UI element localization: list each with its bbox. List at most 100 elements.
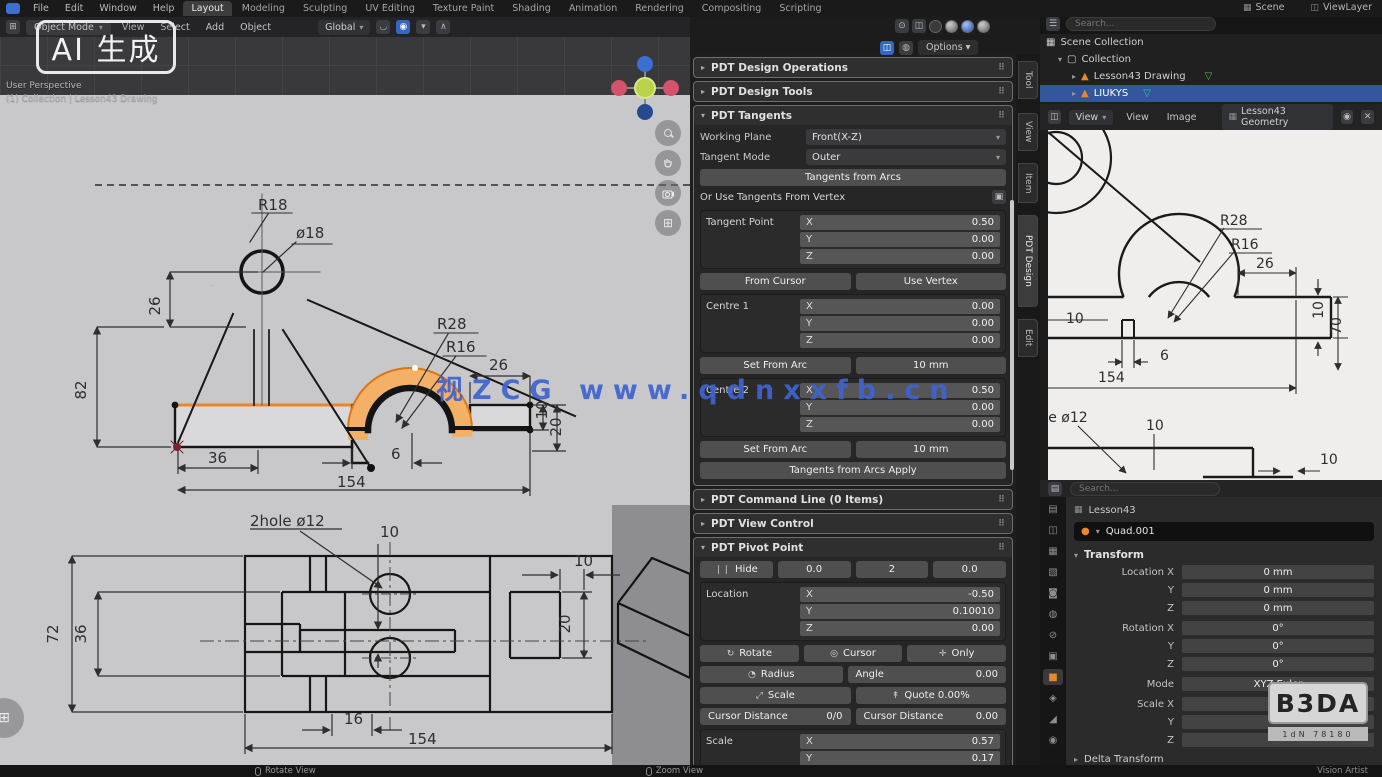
use-vertex-button[interactable]: Use Vertex <box>856 273 1007 290</box>
scene-selector[interactable]: ▦ Scene <box>1243 2 1284 13</box>
workspace-tab-rendering[interactable]: Rendering <box>627 1 692 16</box>
ortho-toggle-button[interactable]: ⊞ <box>655 210 681 236</box>
gizmo-axis-y[interactable] <box>635 78 655 98</box>
plate-body[interactable] <box>175 405 352 447</box>
panel-options-icon[interactable]: ⠿ <box>998 87 1005 97</box>
sidebar-tab-edit[interactable]: Edit <box>1018 319 1038 357</box>
tab-scene-icon[interactable]: ◙ <box>1043 585 1063 601</box>
tab-object-icon[interactable]: ■ <box>1043 669 1063 685</box>
menu-window[interactable]: Window <box>92 2 143 15</box>
shading-material-icon[interactable] <box>961 20 974 33</box>
editor-type-icon[interactable]: ◫ <box>1048 110 1061 124</box>
delta-transform-header[interactable]: ▸ Delta Transform <box>1074 754 1374 765</box>
rotation-z-field[interactable]: 0° <box>1182 657 1374 671</box>
tangent-mode-dropdown[interactable]: Outer ▾ <box>806 149 1006 165</box>
pivot-location-y-field[interactable]: Y0.10010 <box>800 604 1000 619</box>
transform-section-header[interactable]: ▾ Transform <box>1074 546 1374 564</box>
section-pdt-view-control[interactable]: ▸ PDT View Control ⠿ <box>693 513 1013 534</box>
annotate-icon[interactable]: ∧ <box>436 20 450 34</box>
tangents-apply-button[interactable]: Tangents from Arcs Apply <box>700 462 1006 479</box>
tab-viewlayer-icon[interactable]: ▧ <box>1043 564 1063 580</box>
workspace-tab-texture[interactable]: Texture Paint <box>425 1 502 16</box>
gizmo-axis-x-neg[interactable] <box>611 80 627 96</box>
panel-options-icon[interactable]: ⠿ <box>998 63 1005 73</box>
pivot-location-z-field[interactable]: Z0.00 <box>800 621 1000 636</box>
orientation-dropdown[interactable]: Global ▾ <box>318 20 370 35</box>
orientation-gizmo[interactable] <box>605 48 689 128</box>
pivot-angle-field[interactable]: Angle0.00 <box>848 666 1007 683</box>
sidebar-tab-pdt-design[interactable]: PDT Design <box>1018 215 1038 307</box>
workspace-tab-sculpting[interactable]: Sculpting <box>295 1 355 16</box>
centre1-z-field[interactable]: Z0.00 <box>800 333 1000 348</box>
menu-image[interactable]: Image <box>1162 111 1202 124</box>
workspace-tab-uv[interactable]: UV Editing <box>357 1 423 16</box>
tab-physics-icon[interactable]: ◢ <box>1043 711 1063 727</box>
pivot-width-field[interactable]: 2 <box>856 561 929 578</box>
overlay-toggle-icon[interactable]: ◍ <box>899 41 913 55</box>
outliner-row-object2-selected[interactable]: ▸ ▲ LIUKYS ▽ <box>1040 85 1382 102</box>
cursor-distance-field-1[interactable]: Cursor Distance0/0 <box>700 708 851 725</box>
zoom-button[interactable] <box>655 120 681 146</box>
tab-constraints-icon[interactable]: ⊘ <box>1043 627 1063 643</box>
panel-options-icon[interactable]: ⠿ <box>998 111 1005 121</box>
gizmo-axis-x-pos[interactable] <box>663 80 679 96</box>
workspace-tab-modeling[interactable]: Modeling <box>234 1 293 16</box>
editor-type-icon[interactable]: ▤ <box>1048 482 1062 496</box>
tab-material-icon[interactable]: ◉ <box>1043 732 1063 748</box>
section-header[interactable]: ▾ PDT Tangents ⠿ <box>694 106 1012 125</box>
clipboard-icon[interactable]: ▣ <box>992 190 1006 204</box>
image-datablock-selector[interactable]: ▦ Lesson43 Geometry <box>1222 104 1333 130</box>
centre2-z-field[interactable]: Z0.00 <box>800 417 1000 432</box>
menu-edit[interactable]: Edit <box>58 2 90 15</box>
tab-tool-icon[interactable]: ▤ <box>1043 501 1063 517</box>
section-pdt-design-tools[interactable]: ▸ PDT Design Tools ⠿ <box>693 81 1013 102</box>
image-mode-dropdown[interactable]: View ▾ <box>1069 110 1114 125</box>
editor-type-icon[interactable]: ⊞ <box>6 20 20 34</box>
workspace-tab-scripting[interactable]: Scripting <box>771 1 829 16</box>
menu-help[interactable]: Help <box>146 2 182 15</box>
tangent-point-y-field[interactable]: Y0.00 <box>800 232 1000 247</box>
rotation-y-field[interactable]: 0° <box>1182 639 1374 653</box>
options-dropdown[interactable]: Options ▾ <box>918 40 978 55</box>
panel-scrollbar[interactable] <box>1010 200 1014 470</box>
centre1-y-field[interactable]: Y0.00 <box>800 316 1000 331</box>
radius2-field[interactable]: 10 mm <box>856 441 1007 458</box>
reference-image-area[interactable]: R28R162610107061542hole ø121010 <box>1048 130 1382 480</box>
workspace-tab-layout[interactable]: Layout <box>183 1 231 16</box>
unlink-icon[interactable]: ✕ <box>1361 110 1374 124</box>
workspace-tab-shading[interactable]: Shading <box>504 1 559 16</box>
expand-icon[interactable]: ▸ <box>1072 72 1076 81</box>
outliner-filter-icon[interactable]: ☰ <box>1046 17 1060 31</box>
proportional-edit-icon[interactable]: ◉ <box>396 20 410 34</box>
pivot-hide-button[interactable]: ❘❘Hide <box>700 561 773 578</box>
section-pdt-command-line[interactable]: ▸ PDT Command Line (0 Items) ⠿ <box>693 489 1013 510</box>
tab-world-icon[interactable]: ◍ <box>1043 606 1063 622</box>
panel-options-icon[interactable]: ⠿ <box>998 519 1005 529</box>
workspace-tab-animation[interactable]: Animation <box>561 1 625 16</box>
pivot-scale-button[interactable]: ⤢Scale <box>700 687 851 704</box>
pivot-scale-x-field[interactable]: X0.57 <box>800 734 1000 749</box>
expand-icon[interactable]: ▸ <box>1072 89 1076 98</box>
outliner-row-object1[interactable]: ▸ ▲ Lesson43 Drawing ▽ <box>1040 68 1382 85</box>
camera-view-button[interactable] <box>655 180 681 206</box>
pivot-quote-button[interactable]: ↟Quote 0.00% <box>856 687 1007 704</box>
overlays-icon[interactable]: ◫ <box>912 19 926 33</box>
gizmo-axis-z-pos[interactable] <box>637 56 653 72</box>
rotation-x-field[interactable]: 0° <box>1182 621 1374 635</box>
pivot-location-x-field[interactable]: X-0.50 <box>800 587 1000 602</box>
tab-output-icon[interactable]: ▦ <box>1043 543 1063 559</box>
panel-options-icon[interactable]: ⠿ <box>998 495 1005 505</box>
app-logo-icon[interactable] <box>6 3 20 14</box>
tab-render-icon[interactable]: ◫ <box>1043 522 1063 538</box>
sidebar-tab-view[interactable]: View <box>1018 113 1038 151</box>
properties-breadcrumb[interactable]: ▦ Lesson43 <box>1074 501 1374 519</box>
tangents-from-arcs-button[interactable]: Tangents from Arcs <box>700 169 1006 186</box>
properties-search-input[interactable] <box>1070 482 1220 496</box>
working-plane-dropdown[interactable]: Front(X-Z) ▾ <box>806 129 1006 145</box>
menu-add[interactable]: Add <box>201 21 229 34</box>
active-object-bar[interactable]: ● ▾ Quad.001 <box>1074 522 1374 541</box>
menu-view[interactable]: View <box>1121 111 1154 124</box>
location-z-field[interactable]: 0 mm <box>1182 601 1374 615</box>
expand-icon[interactable]: ▾ <box>1058 55 1062 64</box>
pivot-alpha-field[interactable]: 0.0 <box>933 561 1006 578</box>
